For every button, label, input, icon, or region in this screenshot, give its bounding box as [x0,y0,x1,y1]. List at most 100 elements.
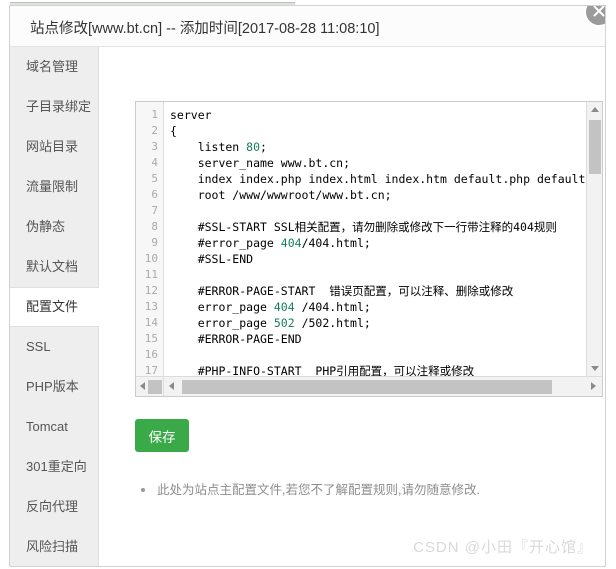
sidebar-item-php-version[interactable]: PHP版本 [10,367,98,407]
sidebar-item-risk-scan[interactable]: 风险扫描 [10,527,98,566]
line-number: 3 [151,140,158,153]
sidebar-item-label: PHP版本 [26,379,79,394]
sidebar-item-domain[interactable]: 域名管理 [10,47,98,87]
close-icon[interactable] [584,6,605,27]
code-number: 502 [273,316,295,330]
sidebar-item-ssl[interactable]: SSL [10,327,98,367]
sidebar-item-traffic-limit[interactable]: 流量限制 [10,167,98,207]
line-number: 2 [151,124,158,137]
line-number: 15 [144,332,158,345]
vertical-scroll-thumb[interactable] [589,120,601,174]
code-number: 404 [280,236,302,250]
code-text: { [170,124,177,138]
code-line: index index.php index.html index.htm def… [170,171,586,187]
code-text: #ERROR-PAGE-START 错误页配置，可以注释、删除或修改 [170,284,514,298]
sidebar-item-label: 配置文件 [26,299,79,314]
editor-horizontal-scrollbar[interactable] [165,377,602,396]
editor-horizontal-scroll-row [136,376,602,396]
line-number: 9 [151,236,158,249]
page-title: 站点修改[www.bt.cn] -- 添加时间[2017-08-28 11:08… [30,21,380,37]
horizontal-scroll-thumb[interactable] [182,380,552,394]
scroll-left-icon[interactable] [166,379,180,394]
sidebar-item-label: 风险扫描 [26,539,79,554]
code-text: #error_page [170,236,281,250]
sidebar-item-label: SSL [26,339,51,354]
code-line: server [170,107,586,123]
editor-line-number-gutter: 123456789101112131415161718 [136,102,164,377]
content-panel: 123456789101112131415161718 server{ list… [99,47,605,566]
line-number: 12 [144,284,158,297]
line-number: 8 [151,220,158,233]
sidebar-item-label: Tomcat [26,419,68,434]
note-text: 此处为站点主配置文件,若您不了解配置规则,请勿随意修改. [157,483,480,497]
editor-vertical-scrollbar[interactable] [586,102,602,377]
code-text: /404.html; [294,300,371,314]
code-line: error_page 404 /404.html; [170,299,586,315]
code-line: error_page 502 /502.html; [170,315,586,331]
sidebar-item-label: 反向代理 [26,499,79,514]
scroll-up-icon[interactable] [587,102,602,118]
sidebar-item-label: 伪静态 [26,219,66,234]
config-file-editor[interactable]: 123456789101112131415161718 server{ list… [135,101,603,397]
watermark: CSDN @小田『开心馆』 [413,539,593,556]
code-text: #ERROR-PAGE-END [170,332,302,346]
code-text: /502.html; [294,316,371,330]
code-line: listen 80; [170,139,586,155]
sidebar-item-site-dir[interactable]: 网站目录 [10,127,98,167]
scroll-down-icon[interactable] [587,361,602,377]
code-line: server_name www.bt.cn; [170,155,586,171]
code-text: error_page [170,316,274,330]
gutter-scroll-thumb[interactable] [148,380,162,394]
sidebar-item-tomcat[interactable]: Tomcat [10,407,98,447]
sidebar-item-301-redirect[interactable]: 301重定向 [10,447,98,487]
code-text: error_page [170,300,274,314]
code-number: 404 [273,300,295,314]
dialog-body: 域名管理 子目录绑定 网站目录 流量限制 伪静态 默认文档 配置文件 SSL P… [10,47,605,566]
list-item: 此处为站点主配置文件,若您不了解配置规则,请勿随意修改. [135,482,565,498]
line-number: 14 [144,316,158,329]
sidebar-item-label: 网站目录 [26,139,79,154]
sidebar-item-label: 默认文档 [26,259,79,274]
code-text: server_name www.bt.cn; [170,156,351,170]
line-number: 5 [151,172,158,185]
code-line: #PHP-INFO-START PHP引用配置，可以注释或修改 [170,363,586,377]
editor-code-area[interactable]: server { listen 80; server_name www.bt.cn… [165,102,586,377]
code-text: listen [170,140,247,154]
sidebar-item-default-doc[interactable]: 默认文档 [10,247,98,287]
code-line: root /www/wwwroot/www.bt.cn; [170,187,586,203]
sidebar-item-label: 域名管理 [26,59,79,74]
code-text: #SSL-END [170,252,254,266]
code-text: index index.php index.html index.htm def… [197,172,586,186]
code-text: /404.html; [301,236,371,250]
code-text: #SSL-START SSL相关配置，请勿删除或修改下一行带注释的404规则 [170,220,557,234]
sidebar-item-reverse-proxy[interactable]: 反向代理 [10,487,98,527]
site-modify-dialog: 站点修改[www.bt.cn] -- 添加时间[2017-08-28 11:08… [9,5,606,567]
line-number: 17 [144,364,158,377]
scroll-right-icon[interactable] [587,379,601,394]
sidebar-item-label: 子目录绑定 [26,99,92,114]
dialog-header: 站点修改[www.bt.cn] -- 添加时间[2017-08-28 11:08… [10,6,605,47]
code-line: #ERROR-PAGE-START 错误页配置，可以注释、删除或修改 [170,283,586,299]
line-number: 16 [144,348,158,361]
sidebar-item-config-file[interactable]: 配置文件 [10,287,99,327]
code-line: { [170,123,586,139]
code-line: #SSL-END [170,251,586,267]
line-number: 6 [151,188,158,201]
code-text: ; [260,140,267,154]
line-number: 7 [151,204,158,217]
save-button[interactable]: 保存 [135,419,189,452]
sidebar: 域名管理 子目录绑定 网站目录 流量限制 伪静态 默认文档 配置文件 SSL P… [10,47,99,566]
line-number: 11 [144,268,158,281]
line-number: 4 [151,156,158,169]
code-number: 80 [246,140,261,154]
sidebar-item-rewrite[interactable]: 伪静态 [10,207,98,247]
line-number: 13 [144,300,158,313]
sidebar-item-label: 流量限制 [26,179,79,194]
sidebar-item-label: 301重定向 [26,459,87,474]
line-number: 1 [151,108,158,121]
line-number: 10 [144,252,158,265]
sidebar-item-subdir[interactable]: 子目录绑定 [10,87,98,127]
gutter-horizontal-scrollbar[interactable] [136,377,164,396]
